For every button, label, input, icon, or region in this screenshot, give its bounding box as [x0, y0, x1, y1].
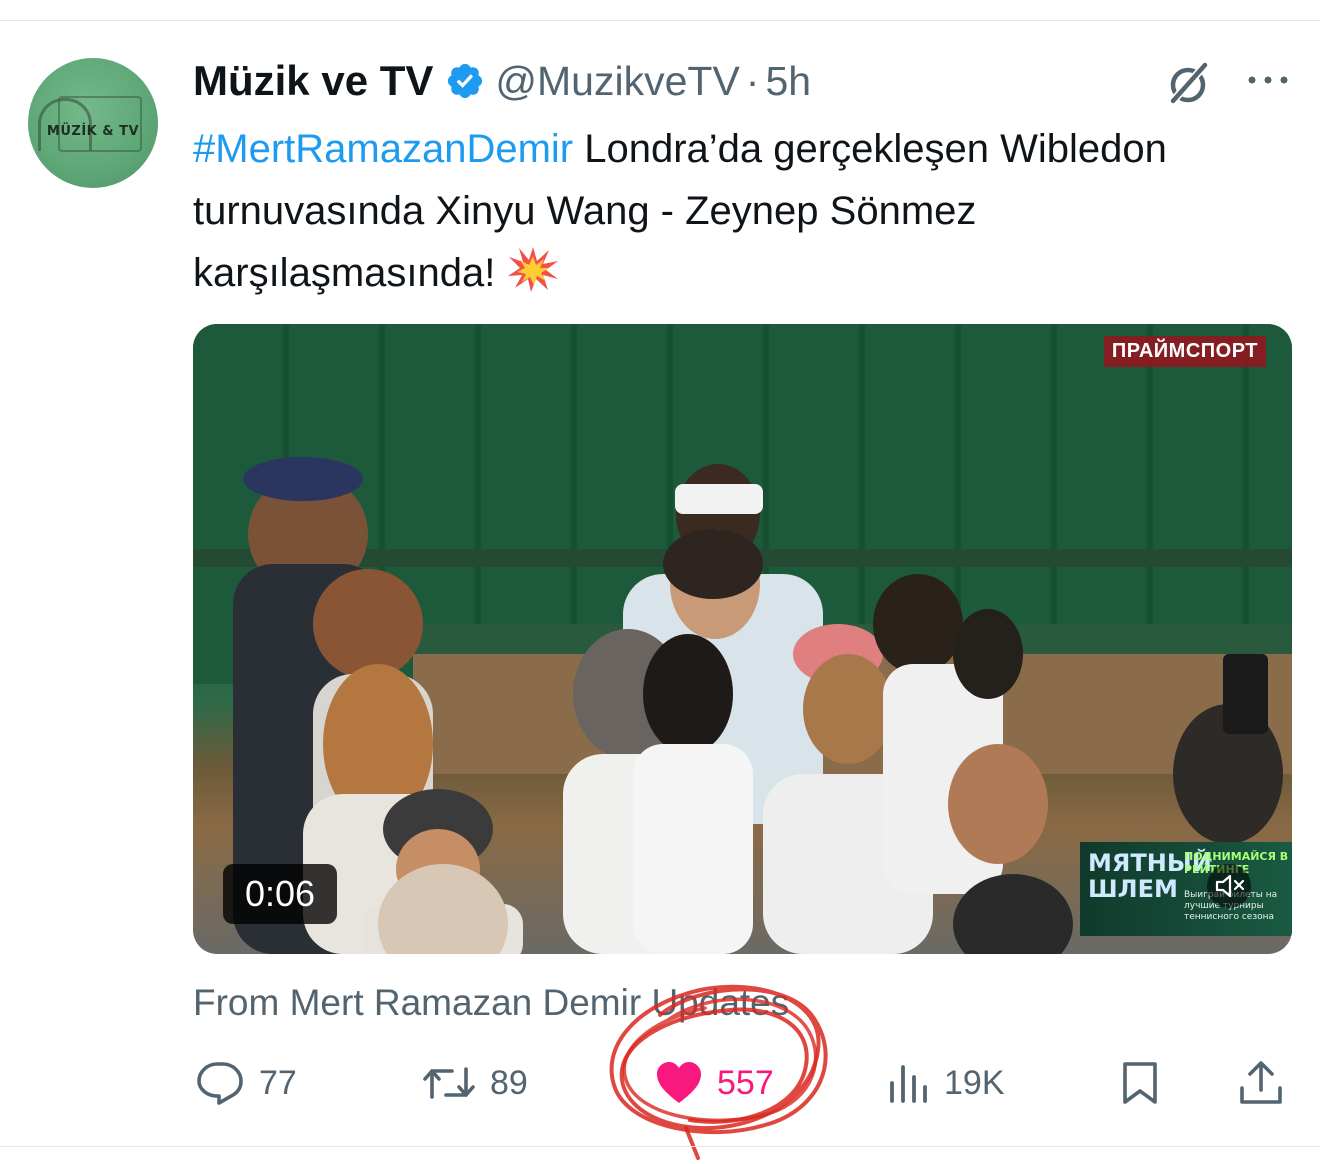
post-time[interactable]: 5h [765, 58, 811, 105]
top-divider [0, 20, 1320, 21]
reply-icon [197, 1062, 243, 1105]
share-icon [1240, 1061, 1282, 1104]
hashtag-link[interactable]: #MertRamazanDemir [193, 127, 573, 171]
reply-button[interactable]: 77 [195, 1058, 297, 1108]
author-display-name[interactable]: Müzik ve TV [193, 57, 433, 105]
tweet-header: Müzik ve TV @MuzikveTV · 5h [193, 56, 811, 106]
video-player[interactable]: ПРАЙМСПОРТ 0:06 МЯТНЫЙ ШЛЕМ ПОДНИМАЙСЯ В… [193, 324, 1292, 954]
verified-badge-icon[interactable] [445, 61, 485, 101]
grok-icon[interactable] [1164, 58, 1214, 108]
like-button[interactable]: 557 [655, 1058, 774, 1108]
heart-icon [657, 1062, 701, 1103]
views-icon [890, 1065, 927, 1103]
repost-icon [423, 1067, 475, 1099]
like-count: 557 [717, 1063, 774, 1102]
video-duration: 0:06 [223, 864, 337, 924]
separator-dot: · [745, 57, 760, 104]
promo-overlay: МЯТНЫЙ ШЛЕМ ПОДНИМАЙСЯ В РЕЙТИНГЕ Выигра… [1080, 842, 1292, 936]
broadcaster-logo: ПРАЙМСПОРТ [1103, 336, 1266, 367]
bookmark-icon [1123, 1062, 1157, 1104]
share-button[interactable] [1238, 1058, 1284, 1108]
reply-count: 77 [259, 1063, 297, 1102]
author-handle[interactable]: @MuzikveTV [495, 58, 739, 105]
source-line[interactable]: From Mert Ramazan Demir Updates [193, 982, 789, 1024]
promo-title: МЯТНЫЙ ШЛЕМ [1088, 849, 1212, 903]
more-icon[interactable] [1246, 70, 1290, 90]
bottom-divider [0, 1146, 1320, 1147]
bookmark-button[interactable] [1119, 1058, 1161, 1108]
repost-button[interactable]: 89 [422, 1058, 528, 1108]
collision-emoji-icon [508, 247, 559, 292]
views-count: 19K [944, 1063, 1005, 1102]
avatar-logo-text: MÜZİK & TV [46, 124, 140, 139]
views-button[interactable]: 19K [886, 1058, 1005, 1108]
repost-count: 89 [490, 1063, 528, 1102]
mute-icon[interactable] [1207, 864, 1251, 908]
tweet-text: #MertRamazanDemir Londra’da gerçekleşen … [193, 118, 1233, 304]
avatar[interactable]: MÜZİK & TV [28, 58, 158, 188]
